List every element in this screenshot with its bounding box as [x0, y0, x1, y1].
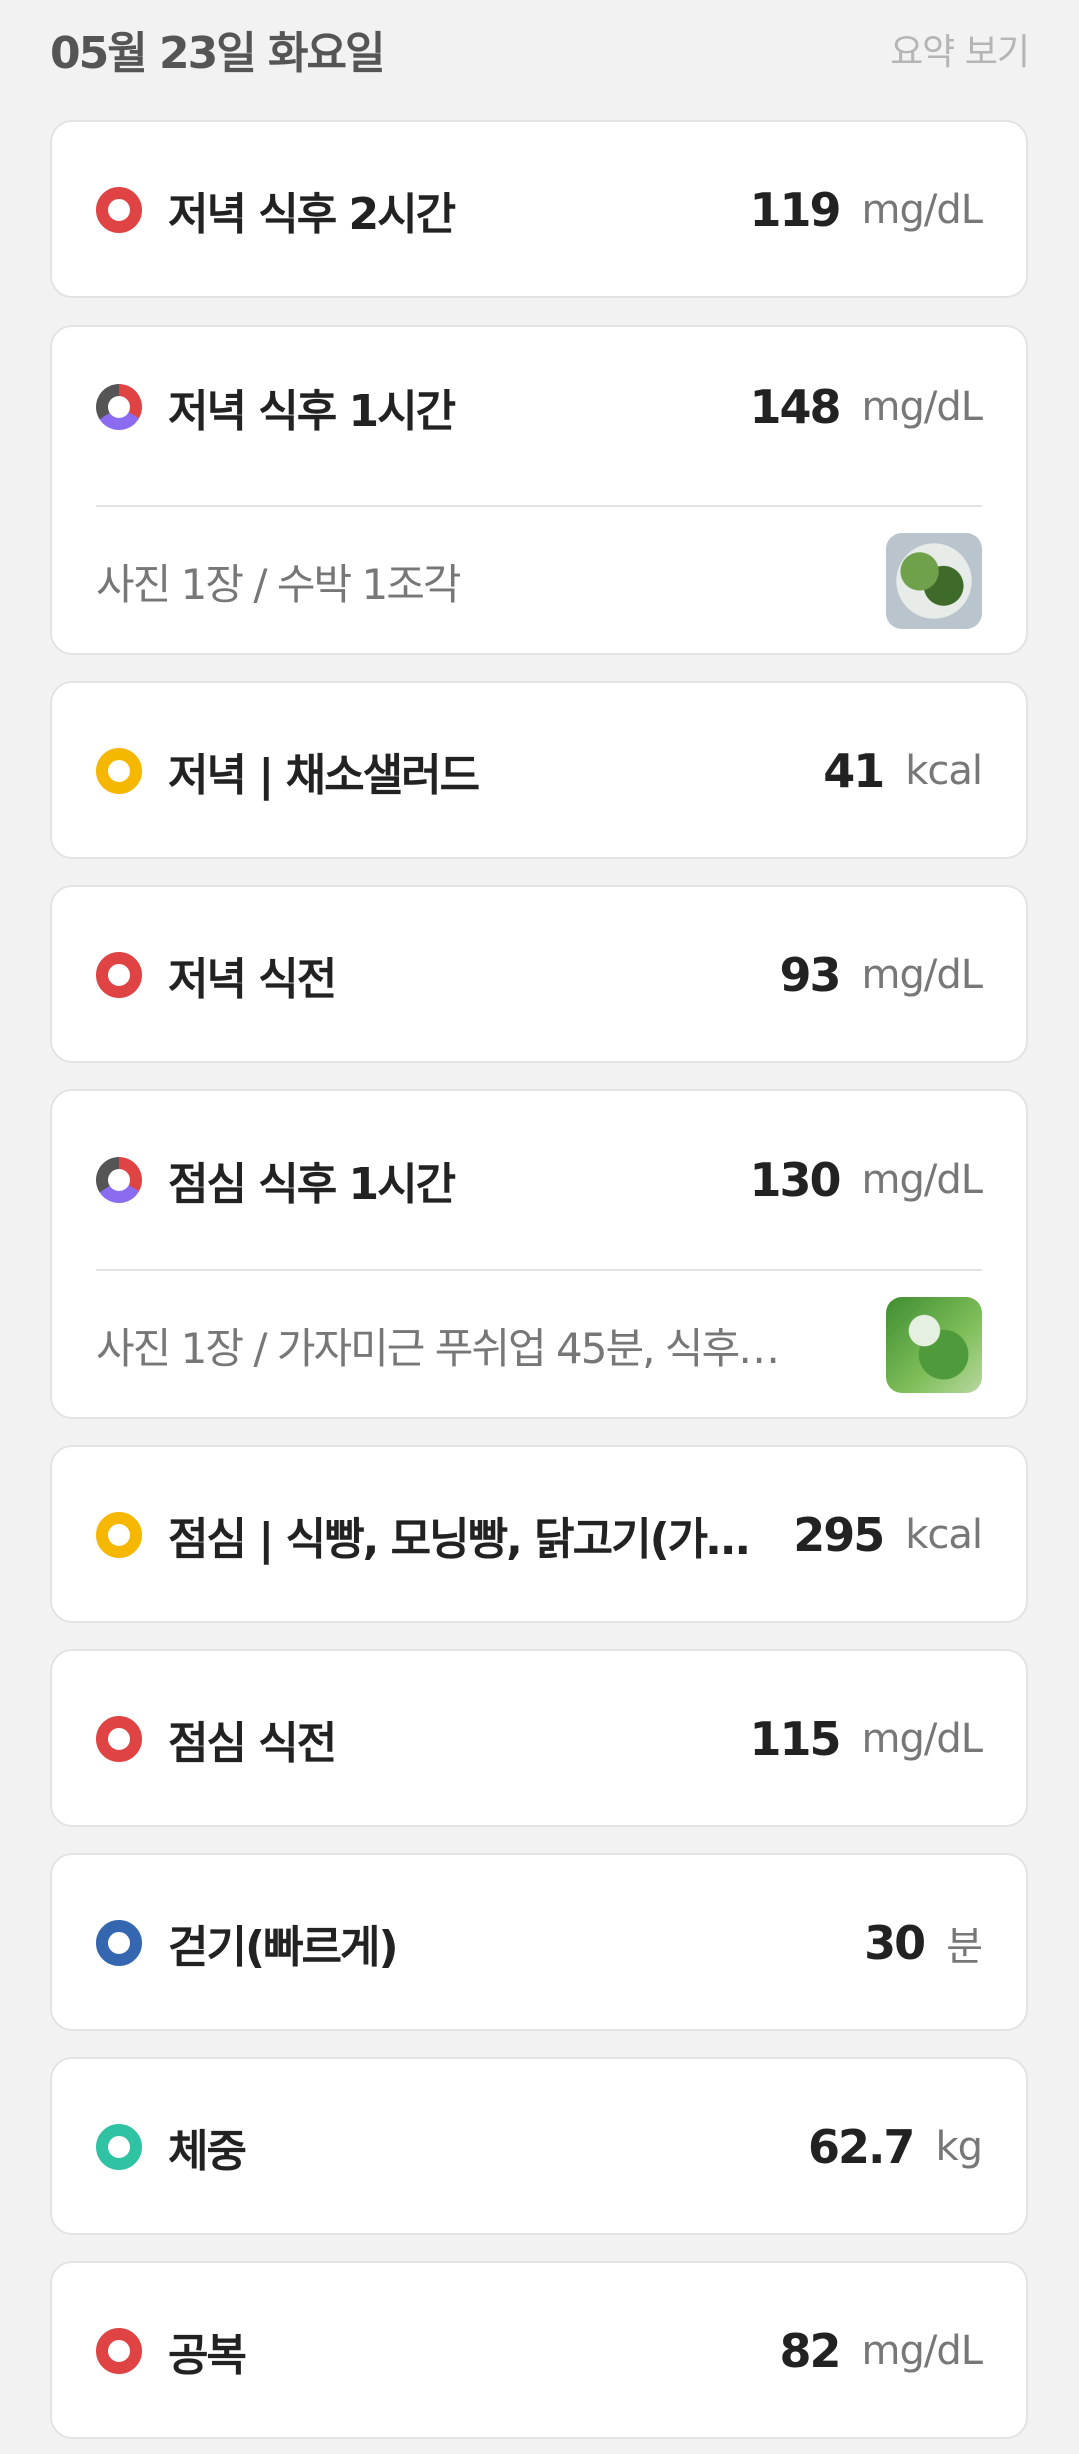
entry-title: 저녁 | 채소샐러드	[168, 750, 480, 801]
entry-value: 130	[749, 1153, 841, 1207]
entry-note-row: 사진 1장 / 가자미근 푸쉬업 45분, 식후…	[96, 1271, 982, 1419]
date-header: 05월 23일 화요일 요약 보기	[50, 14, 1030, 84]
entry-title: 저녁 식전	[168, 954, 337, 1005]
entry-row: 공복 82 mg/dL	[96, 2263, 983, 2439]
entry-title: 점심 식전	[168, 1718, 337, 1769]
entry-value: 295	[793, 1508, 885, 1562]
log-entry-card[interactable]: 저녁 | 채소샐러드 41 kcal	[50, 681, 1028, 859]
entry-unit: kg	[935, 2124, 983, 2170]
blood-sugar-dot-icon	[96, 1716, 142, 1762]
entry-row: 저녁 식후 2시간 119 mg/dL	[96, 122, 983, 298]
log-entry-card[interactable]: 체중 62.7 kg	[50, 2057, 1028, 2235]
entry-value: 119	[749, 183, 841, 237]
multi-record-dot-icon	[96, 1157, 142, 1203]
entry-value: 82	[779, 2324, 841, 2378]
weight-dot-icon	[96, 2124, 142, 2170]
entry-title: 점심 식후 1시간	[168, 1159, 456, 1210]
entry-title: 공복	[168, 2330, 247, 2381]
entry-unit: mg/dL	[861, 384, 983, 430]
log-entry-card[interactable]: 저녁 식후 1시간 148 mg/dL 사진 1장 / 수박 1조각	[50, 325, 1028, 655]
entry-note-row: 사진 1장 / 수박 1조각	[96, 507, 982, 655]
entry-value: 41	[823, 744, 885, 798]
lunch-photo-thumbnail[interactable]	[886, 1297, 982, 1393]
log-entry-card[interactable]: 점심 식후 1시간 130 mg/dL 사진 1장 / 가자미근 푸쉬업 45분…	[50, 1089, 1028, 1419]
entry-row: 점심 식전 115 mg/dL	[96, 1651, 983, 1827]
date-title: 05월 23일 화요일	[50, 28, 385, 79]
entry-unit: mg/dL	[861, 2328, 983, 2374]
entry-note: 사진 1장 / 수박 1조각	[96, 559, 461, 609]
entry-value: 30	[864, 1916, 926, 1970]
entry-value: 62.7	[807, 2120, 915, 2174]
entry-value: 115	[749, 1712, 841, 1766]
entry-title: 저녁 식후 1시간	[168, 386, 456, 437]
entry-unit: kcal	[905, 748, 983, 794]
entry-unit: mg/dL	[861, 952, 983, 998]
meal-dot-icon	[96, 748, 142, 794]
entry-unit: kcal	[905, 1512, 983, 1558]
blood-sugar-dot-icon	[96, 2328, 142, 2374]
entry-row: 저녁 | 채소샐러드 41 kcal	[96, 683, 983, 859]
blood-sugar-dot-icon	[96, 952, 142, 998]
log-entry-card[interactable]: 저녁 식후 2시간 119 mg/dL	[50, 120, 1028, 298]
log-entry-card[interactable]: 공복 82 mg/dL	[50, 2261, 1028, 2439]
entry-unit: mg/dL	[861, 1716, 983, 1762]
entry-unit: mg/dL	[861, 1157, 983, 1203]
exercise-dot-icon	[96, 1920, 142, 1966]
entry-unit: mg/dL	[861, 187, 983, 233]
blood-sugar-dot-icon	[96, 187, 142, 233]
entry-unit: 분	[946, 1924, 983, 1970]
entry-value: 148	[749, 380, 841, 434]
entry-title: 걷기(빠르게)	[168, 1922, 399, 1973]
meal-dot-icon	[96, 1512, 142, 1558]
log-entry-card[interactable]: 점심 식전 115 mg/dL	[50, 1649, 1028, 1827]
entry-row: 체중 62.7 kg	[96, 2059, 983, 2235]
summary-view-link[interactable]: 요약 보기	[890, 23, 1030, 75]
entry-row: 저녁 식전 93 mg/dL	[96, 887, 983, 1063]
entry-row: 걷기(빠르게) 30 분	[96, 1855, 983, 2031]
multi-record-dot-icon	[96, 384, 142, 430]
log-entry-card[interactable]: 걷기(빠르게) 30 분	[50, 1853, 1028, 2031]
entry-note: 사진 1장 / 가자미근 푸쉬업 45분, 식후…	[96, 1323, 780, 1373]
log-entry-card[interactable]: 저녁 식전 93 mg/dL	[50, 885, 1028, 1063]
log-entry-card[interactable]: 점심 | 식빵, 모닝빵, 닭고기(가… 295 kcal	[50, 1445, 1028, 1623]
entry-row: 점심 식후 1시간 130 mg/dL	[96, 1091, 983, 1269]
salad-photo-thumbnail[interactable]	[886, 533, 982, 629]
entry-title: 체중	[168, 2126, 247, 2177]
entry-row: 저녁 식후 1시간 148 mg/dL	[96, 327, 983, 487]
entry-title: 저녁 식후 2시간	[168, 189, 456, 240]
entry-row: 점심 | 식빵, 모닝빵, 닭고기(가… 295 kcal	[96, 1447, 983, 1623]
entry-value: 93	[779, 948, 841, 1002]
entry-title: 점심 | 식빵, 모닝빵, 닭고기(가…	[168, 1514, 750, 1565]
